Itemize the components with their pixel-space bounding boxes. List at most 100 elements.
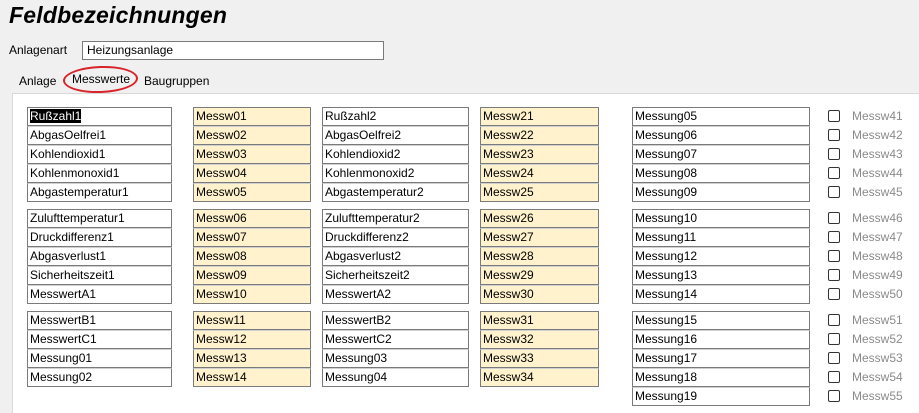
field-code-2-input[interactable]: Messw21	[480, 107, 599, 126]
field-name-1-text: MesswertC1	[30, 332, 97, 346]
field-name-2-input[interactable]: Druckdifferenz2	[322, 228, 469, 247]
field-name-2-input[interactable]: Abgasverlust2	[322, 247, 469, 266]
field-code-2-input[interactable]: Messw31	[480, 311, 599, 330]
field-name-3-input[interactable]: Messung13	[632, 266, 810, 285]
field-code-1-input[interactable]: Messw12	[193, 330, 311, 349]
field-name-3-text: Messung17	[635, 351, 698, 365]
checkbox[interactable]	[828, 269, 840, 281]
field-name-1-input[interactable]: Messung02	[27, 368, 172, 387]
field-name-1-input[interactable]: Abgasverlust1	[27, 247, 172, 266]
field-name-2-input[interactable]: Messung03	[322, 349, 469, 368]
field-name-1-input[interactable]: Kohlendioxid1	[27, 145, 172, 164]
field-code-2-input[interactable]: Messw33	[480, 349, 599, 368]
field-code-1-input[interactable]: Messw09	[193, 266, 311, 285]
field-name-3-input[interactable]: Messung06	[632, 126, 810, 145]
checkbox[interactable]	[828, 333, 840, 345]
field-name-2-input[interactable]: Rußzahl2	[322, 107, 469, 126]
field-name-3-text: Messung07	[635, 147, 698, 161]
field-code-1-input[interactable]: Messw03	[193, 145, 311, 164]
field-code-2-input[interactable]: Messw29	[480, 266, 599, 285]
field-code-1-input[interactable]: Messw07	[193, 228, 311, 247]
field-name-3-input[interactable]: Messung07	[632, 145, 810, 164]
checkbox[interactable]	[828, 314, 840, 326]
checkbox[interactable]	[828, 288, 840, 300]
checkbox[interactable]	[828, 167, 840, 179]
field-name-1-input[interactable]: AbgasOelfrei1	[27, 126, 172, 145]
field-name-3-input[interactable]: Messung10	[632, 209, 810, 228]
checkbox[interactable]	[828, 186, 840, 198]
field-name-3-input[interactable]: Messung17	[632, 349, 810, 368]
field-code-2-input[interactable]: Messw25	[480, 183, 599, 202]
field-name-1-input[interactable]: MesswertB1	[27, 311, 172, 330]
field-name-3-input[interactable]: Messung18	[632, 368, 810, 387]
field-code-2-input[interactable]: Messw26	[480, 209, 599, 228]
checkbox[interactable]	[828, 250, 840, 262]
field-name-3-input[interactable]: Messung15	[632, 311, 810, 330]
field-name-3-input[interactable]: Messung19	[632, 387, 810, 406]
field-code-1-text: Messw14	[196, 370, 247, 384]
field-name-2-input[interactable]: Abgastemperatur2	[322, 183, 469, 202]
field-code-2-input[interactable]: Messw27	[480, 228, 599, 247]
checkbox[interactable]	[828, 212, 840, 224]
checkbox[interactable]	[828, 110, 840, 122]
field-code-1-input[interactable]: Messw05	[193, 183, 311, 202]
field-name-2-input[interactable]: Zulufttemperatur2	[322, 209, 469, 228]
field-name-2-input[interactable]: MesswertC2	[322, 330, 469, 349]
field-name-1-input[interactable]: Druckdifferenz1	[27, 228, 172, 247]
field-name-2-input[interactable]: Kohlendioxid2	[322, 145, 469, 164]
field-name-1-input[interactable]: Zulufttemperatur1	[27, 209, 172, 228]
tab-baugruppen[interactable]: Baugruppen	[144, 74, 209, 88]
field-code-1-input[interactable]: Messw06	[193, 209, 311, 228]
field-code-1-input[interactable]: Messw08	[193, 247, 311, 266]
field-name-3-input[interactable]: Messung14	[632, 285, 810, 304]
field-name-1-text: Rußzahl1	[30, 109, 82, 123]
checkbox[interactable]	[828, 231, 840, 243]
field-code-1-input[interactable]: Messw02	[193, 126, 311, 145]
field-code-1-input[interactable]: Messw13	[193, 349, 311, 368]
field-name-2-text: Messung03	[325, 351, 388, 365]
field-code-2-input[interactable]: Messw22	[480, 126, 599, 145]
field-name-2-input[interactable]: Messung04	[322, 368, 469, 387]
field-code-2-text: Messw32	[483, 332, 534, 346]
checkbox[interactable]	[828, 390, 840, 402]
field-code-2-input[interactable]: Messw23	[480, 145, 599, 164]
field-code-1-text: Messw10	[196, 287, 247, 301]
field-name-1-input[interactable]: MesswertC1	[27, 330, 172, 349]
field-name-3-input[interactable]: Messung08	[632, 164, 810, 183]
field-code-2-input[interactable]: Messw30	[480, 285, 599, 304]
field-code-2-input[interactable]: Messw28	[480, 247, 599, 266]
field-code-1-input[interactable]: Messw01	[193, 107, 311, 126]
field-code-2-input[interactable]: Messw24	[480, 164, 599, 183]
field-name-3-input[interactable]: Messung11	[632, 228, 810, 247]
field-code-1-input[interactable]: Messw10	[193, 285, 311, 304]
field-name-1-input[interactable]: Sicherheitszeit1	[27, 266, 172, 285]
field-name-1-input[interactable]: Messung01	[27, 349, 172, 368]
checkbox[interactable]	[828, 148, 840, 160]
field-name-2-input[interactable]: Sicherheitszeit2	[322, 266, 469, 285]
field-name-2-input[interactable]: MesswertB2	[322, 311, 469, 330]
field-name-3-input[interactable]: Messung16	[632, 330, 810, 349]
field-code-2-input[interactable]: Messw34	[480, 368, 599, 387]
field-name-1-input[interactable]: MesswertA1	[27, 285, 172, 304]
field-name-1-input[interactable]: Rußzahl1	[27, 107, 172, 126]
checkbox[interactable]	[828, 129, 840, 141]
field-name-2-input[interactable]: Kohlenmonoxid2	[322, 164, 469, 183]
field-name-3-text: Messung11	[635, 230, 697, 244]
field-name-3-input[interactable]: Messung09	[632, 183, 810, 202]
field-code-1-input[interactable]: Messw11	[193, 311, 311, 330]
tab-anlage[interactable]: Anlage	[19, 74, 56, 88]
checkbox-label: Messw50	[852, 287, 903, 301]
field-code-1-input[interactable]: Messw14	[193, 368, 311, 387]
field-name-2-input[interactable]: MesswertA2	[322, 285, 469, 304]
field-name-2-input[interactable]: AbgasOelfrei2	[322, 126, 469, 145]
field-name-3-input[interactable]: Messung05	[632, 107, 810, 126]
field-name-1-text: Kohlenmonoxid1	[30, 166, 120, 180]
checkbox[interactable]	[828, 371, 840, 383]
field-name-1-input[interactable]: Kohlenmonoxid1	[27, 164, 172, 183]
field-code-2-input[interactable]: Messw32	[480, 330, 599, 349]
checkbox[interactable]	[828, 352, 840, 364]
field-name-1-input[interactable]: Abgastemperatur1	[27, 183, 172, 202]
field-code-1-input[interactable]: Messw04	[193, 164, 311, 183]
field-name-3-input[interactable]: Messung12	[632, 247, 810, 266]
anlagenart-field[interactable]: Heizungsanlage	[82, 41, 384, 60]
